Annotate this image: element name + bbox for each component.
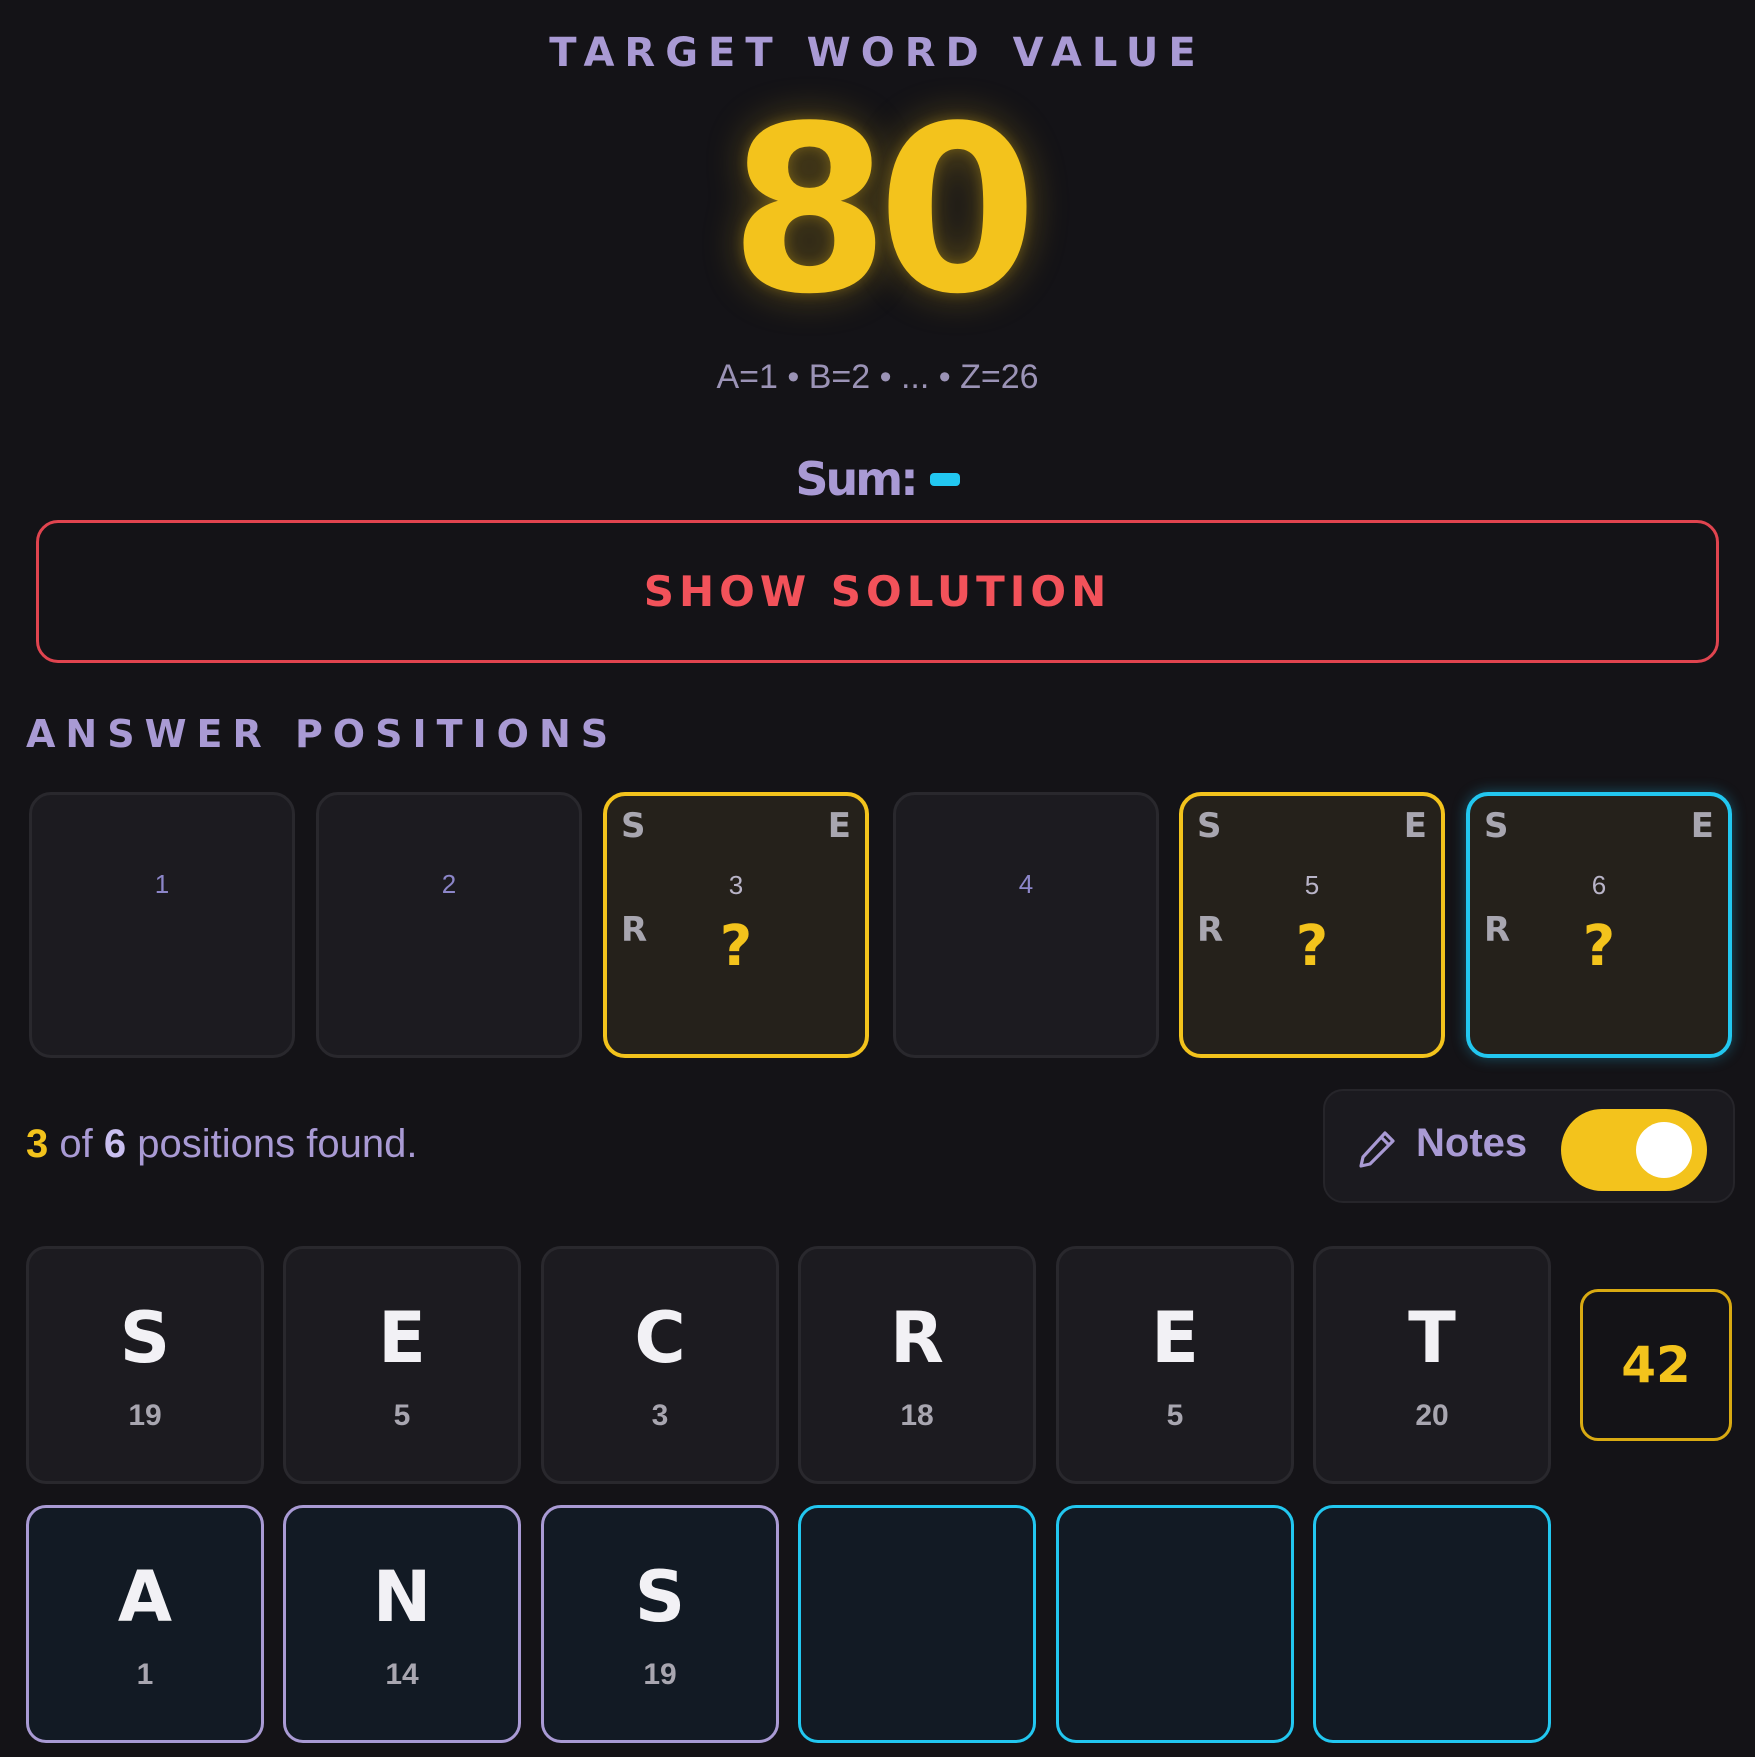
letter-tile[interactable]: C 3 [541, 1246, 779, 1484]
slot-number: 3 [728, 870, 744, 900]
answer-tile[interactable]: S 19 [541, 1505, 779, 1743]
letter-tile[interactable]: E 5 [1056, 1246, 1294, 1484]
note-e: E [1690, 806, 1714, 846]
row-sum-badge: 42 [1580, 1289, 1732, 1441]
answer-slot-6[interactable]: S E 6 R ? [1466, 792, 1732, 1058]
game-screen: TARGET WORD VALUE 80 A=1 • B=2 • ... • Z… [0, 0, 1755, 1757]
tile-value: 1 [136, 1658, 154, 1691]
unknown-letter-mark: ? [1295, 914, 1329, 979]
letter-value-legend: A=1 • B=2 • ... • Z=26 [716, 358, 1039, 396]
answer-tile[interactable]: A 1 [26, 1505, 264, 1743]
tile-value: 19 [128, 1399, 162, 1432]
note-s: S [1484, 806, 1509, 846]
note-s: S [621, 806, 646, 846]
unknown-letter-mark: ? [719, 914, 753, 979]
note-s: S [1197, 806, 1222, 846]
total-count: 6 [103, 1122, 127, 1166]
found-count: 3 [26, 1122, 49, 1166]
tile-letter: N [372, 1556, 432, 1638]
note-e: E [1403, 806, 1427, 846]
target-value: 80 [729, 78, 1037, 345]
slot-number: 1 [154, 869, 170, 899]
answer-slot-3[interactable]: S E 3 R ? [603, 792, 869, 1058]
unknown-letter-mark: ? [1582, 914, 1616, 979]
tile-value: 5 [1166, 1399, 1184, 1432]
tile-letter: S [634, 1556, 686, 1638]
tile-value: 19 [643, 1658, 677, 1691]
tile-letter: C [634, 1297, 686, 1379]
answer-slot-5[interactable]: S E 5 R ? [1179, 792, 1445, 1058]
letter-tile[interactable]: R 18 [798, 1246, 1036, 1484]
sum-empty-indicator [929, 473, 960, 486]
show-solution-button[interactable]: SHOW SOLUTION [36, 520, 1719, 663]
tile-value: 5 [393, 1399, 411, 1432]
notes-label: Notes [1416, 1121, 1528, 1165]
pencil-icon [1359, 1131, 1395, 1168]
notes-toggle[interactable] [1561, 1109, 1707, 1191]
answer-tile[interactable]: N 14 [283, 1505, 521, 1743]
tile-letter: R [890, 1297, 944, 1379]
letter-tile[interactable]: E 5 [283, 1246, 521, 1484]
letter-tile[interactable]: S 19 [26, 1246, 264, 1484]
empty-answer-tile[interactable] [1313, 1505, 1551, 1743]
slot-number: 2 [441, 869, 457, 899]
note-e: E [827, 806, 851, 846]
current-sum: Sum: [0, 452, 1755, 506]
tile-value: 3 [651, 1399, 669, 1432]
tile-value: 14 [385, 1658, 419, 1691]
tile-letter: A [117, 1556, 173, 1638]
positions-found-status: 3 of 6 positions found. [26, 1122, 417, 1167]
target-word-value-label: TARGET WORD VALUE [549, 30, 1206, 76]
tile-letter: T [1408, 1297, 1456, 1379]
answer-slot-4[interactable]: 4 [893, 792, 1159, 1058]
tile-letter: E [378, 1297, 426, 1379]
empty-answer-tile[interactable] [1056, 1505, 1294, 1743]
answer-positions-title: ANSWER POSITIONS [26, 712, 619, 756]
tile-value: 18 [900, 1399, 934, 1432]
answer-slot-2[interactable]: 2 [316, 792, 582, 1058]
empty-answer-tile[interactable] [798, 1505, 1036, 1743]
answer-slot-1[interactable]: 1 [29, 792, 295, 1058]
toggle-knob [1636, 1122, 1692, 1178]
slot-number: 6 [1591, 870, 1607, 900]
status-suffix: positions found. [137, 1122, 418, 1166]
sum-label: Sum: [795, 452, 918, 506]
of-word: of [59, 1122, 93, 1166]
tile-letter: E [1151, 1297, 1199, 1379]
tile-value: 20 [1415, 1399, 1449, 1432]
letter-tile[interactable]: T 20 [1313, 1246, 1551, 1484]
tile-letter: S [119, 1297, 171, 1379]
slot-number: 5 [1304, 870, 1320, 900]
notes-control: Notes [1323, 1089, 1735, 1203]
slot-number: 4 [1018, 869, 1034, 899]
